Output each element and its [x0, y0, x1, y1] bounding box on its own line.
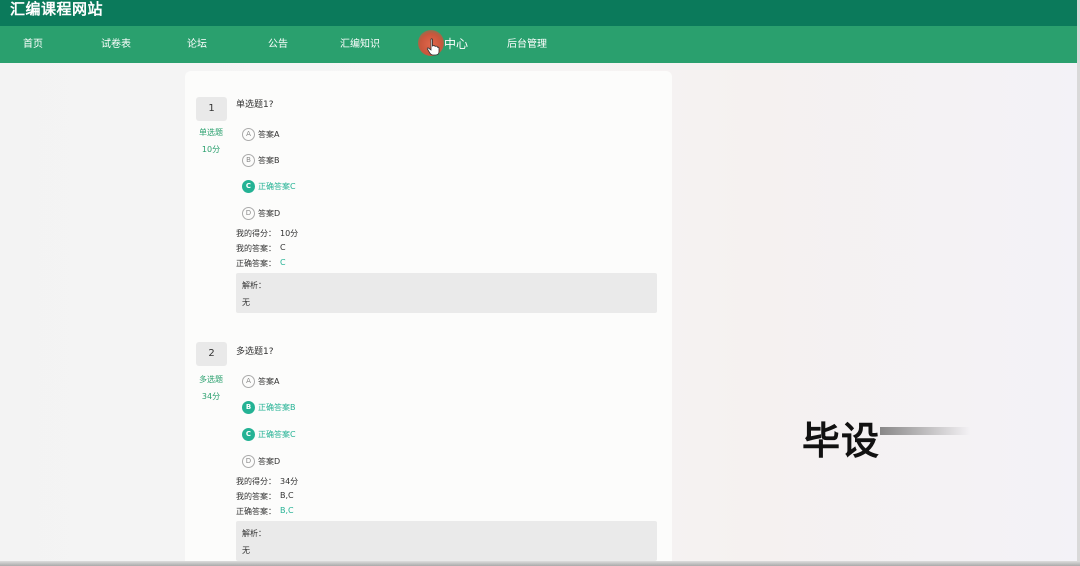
option-letter: C [242, 428, 255, 441]
my-score-value: 34分 [280, 477, 299, 486]
option-b[interactable]: B 答案B [242, 150, 280, 167]
option-text: 正确答案C [258, 430, 296, 439]
question-type: 单选题 [199, 128, 223, 137]
exam-result-card: 1 单选题 10分 单选题1? A 答案A B 答案B C 正确答案C D 答案D 我的… [185, 71, 672, 566]
option-c-correct[interactable]: C 正确答案C [242, 424, 296, 441]
option-text: 答案B [258, 156, 280, 165]
option-text: 答案A [258, 377, 280, 386]
my-answer-row: 我的答案： B,C [236, 491, 294, 502]
site-header: 汇编课程网站 [0, 0, 1080, 26]
option-letter: B [242, 401, 255, 414]
question-title: 单选题1? [236, 100, 274, 110]
my-score-row: 我的得分： 10分 [236, 228, 298, 239]
option-letter: A [242, 128, 255, 141]
main-nav: 首页 试卷表 论坛 公告 汇编知识 中心 后台管理 [0, 26, 1080, 63]
my-answer-row: 我的答案： C [236, 243, 286, 254]
question-score: 10分 [201, 145, 221, 154]
nav-announcements[interactable]: 公告 [268, 26, 288, 63]
my-answer-value: C [280, 243, 286, 252]
nav-admin[interactable]: 后台管理 [507, 26, 547, 63]
nav-home[interactable]: 首页 [23, 26, 43, 63]
site-title: 汇编课程网站 [10, 0, 104, 18]
nav-forum[interactable]: 论坛 [187, 26, 207, 63]
option-text: 正确答案B [258, 403, 296, 412]
correct-answer-row: 正确答案： C [236, 258, 286, 269]
my-score-row: 我的得分： 34分 [236, 476, 298, 487]
option-letter: B [242, 154, 255, 167]
option-letter: D [242, 207, 255, 220]
my-score-label: 我的得分： [236, 229, 276, 238]
option-text: 答案D [258, 457, 281, 466]
option-d[interactable]: D 答案D [242, 203, 281, 220]
correct-answer-value: C [280, 258, 286, 267]
watermark-streak [880, 427, 970, 435]
option-d[interactable]: D 答案D [242, 451, 281, 468]
analysis-label: 解析： [242, 281, 266, 290]
question-type: 多选题 [199, 375, 223, 384]
correct-answer-label: 正确答案： [236, 507, 276, 516]
my-score-label: 我的得分： [236, 477, 276, 486]
option-b-correct[interactable]: B 正确答案B [242, 397, 296, 414]
my-answer-label: 我的答案： [236, 244, 276, 253]
question-title: 多选题1? [236, 347, 274, 357]
option-letter: C [242, 180, 255, 193]
my-score-value: 10分 [280, 229, 299, 238]
nav-exam-list[interactable]: 试卷表 [101, 26, 131, 63]
my-answer-label: 我的答案： [236, 492, 276, 501]
option-letter: A [242, 375, 255, 388]
nav-assembly-knowledge[interactable]: 汇编知识 [340, 26, 380, 63]
option-a[interactable]: A 答案A [242, 371, 280, 388]
correct-answer-row: 正确答案： B,C [236, 506, 294, 517]
question-number: 1 [196, 97, 227, 121]
option-text: 答案D [258, 209, 281, 218]
question-number: 2 [196, 342, 227, 366]
correct-answer-value: B,C [280, 506, 294, 515]
analysis-label: 解析： [242, 529, 266, 538]
option-letter: D [242, 455, 255, 468]
analysis-box: 解析： 无 [236, 273, 657, 313]
option-a[interactable]: A 答案A [242, 124, 280, 141]
watermark-text: 毕设 [802, 419, 881, 463]
correct-answer-label: 正确答案： [236, 259, 276, 268]
option-text: 正确答案C [258, 182, 296, 191]
analysis-box: 解析： 无 [236, 521, 657, 561]
my-answer-value: B,C [280, 491, 294, 500]
option-c-correct[interactable]: C 正确答案C [242, 176, 296, 193]
nav-user-center[interactable]: 中心 [444, 26, 468, 63]
hand-cursor-icon [426, 38, 440, 56]
frame-border-bottom [0, 561, 1080, 566]
option-text: 答案A [258, 130, 280, 139]
analysis-text: 无 [242, 546, 250, 555]
question-score: 34分 [201, 392, 221, 401]
analysis-text: 无 [242, 298, 250, 307]
